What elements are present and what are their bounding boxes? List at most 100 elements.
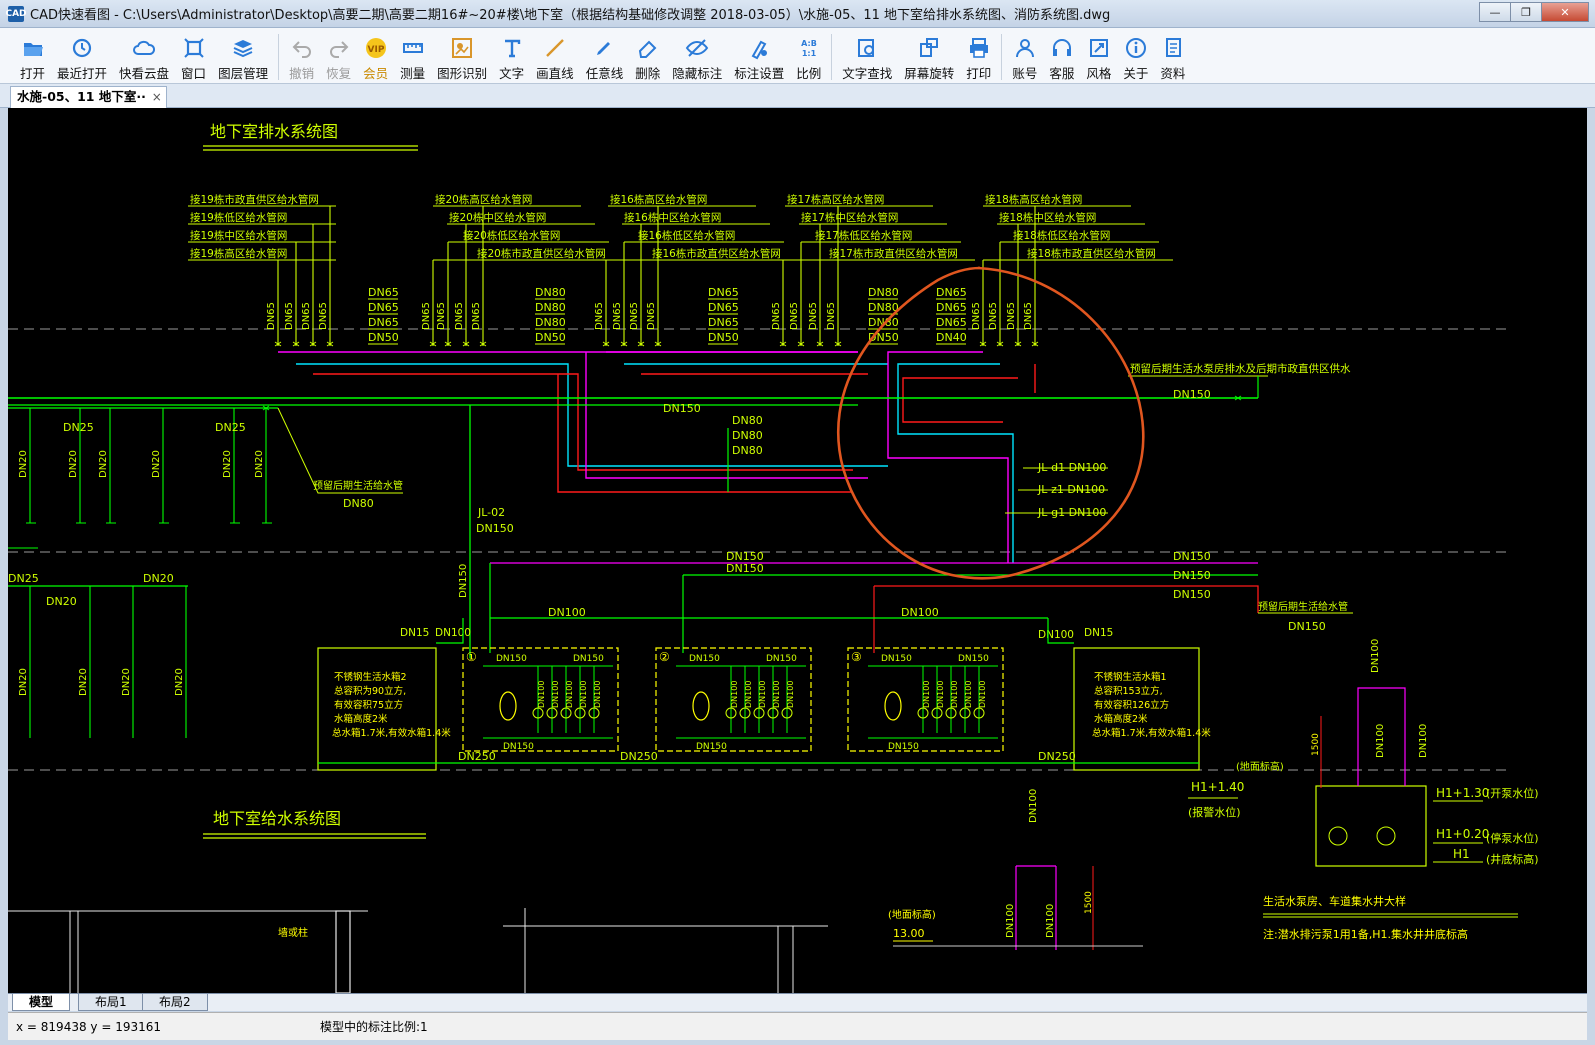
- maximize-button[interactable]: ❐: [1510, 2, 1542, 22]
- minimize-button[interactable]: —: [1479, 2, 1511, 22]
- toolbar-button-eraser[interactable]: 删除: [629, 28, 666, 84]
- pipe-size-label: DN250: [1038, 750, 1076, 763]
- toolbar-button-vip[interactable]: VIP 会员: [357, 28, 394, 84]
- line-icon: [543, 36, 567, 60]
- toolbar-button-redo[interactable]: 恢复: [320, 28, 357, 84]
- toolbar-button-folder-open[interactable]: 打开: [14, 28, 51, 84]
- toolbar-button-label: 快看云盘: [119, 66, 170, 81]
- pipe-size-label: DN25: [63, 421, 94, 434]
- drawing-canvas[interactable]: 地下室排水系统图 地下室给水系统图 接19栋市政直供区给水管网 接19栋低区给水管网接…: [8, 108, 1587, 993]
- headset-icon: [1050, 36, 1074, 60]
- pen-icon: [592, 36, 616, 60]
- toolbar-button-style[interactable]: 风格: [1080, 28, 1117, 84]
- pipe-size-label: DN100: [1045, 904, 1056, 938]
- toolbar-button-annotation-settings[interactable]: 标注设置: [728, 28, 790, 84]
- toolbar-button-headset[interactable]: 客服: [1043, 28, 1080, 84]
- pipe-size-label: DN65: [826, 302, 837, 330]
- pipe-size-label: DN150: [1173, 550, 1211, 563]
- pipe-size-label: DN50: [368, 331, 399, 344]
- toolbar-button-scale[interactable]: A:B 1:1 比例: [790, 28, 827, 84]
- pipe-size-label: DN65: [471, 302, 482, 330]
- supply-branch-label: 接18栋低区给水管网: [1013, 229, 1110, 242]
- pipe-size-label: DN150: [1173, 588, 1211, 601]
- window-controls: — ❐ ✕: [1479, 2, 1589, 22]
- pipe-size-label: DN20: [46, 595, 77, 608]
- distribution-pipe-magenta: [585, 352, 868, 479]
- level-note: (停泵水位): [1486, 831, 1539, 845]
- pipe-size-label: DN20: [18, 450, 29, 478]
- eraser-icon: [636, 36, 660, 60]
- pipe-size-label: DN65: [421, 302, 432, 330]
- pipe-size-label: DN25: [8, 572, 39, 585]
- pipe-size-label: DN100: [551, 681, 560, 708]
- toolbar-button-label: 窗口: [181, 66, 207, 81]
- toolbar-button-rotate[interactable]: 屏幕旋转: [898, 28, 960, 84]
- toolbar-separator: [278, 34, 280, 80]
- supply-branch-label: 接18栋中区给水管网: [999, 211, 1096, 224]
- toolbar-button-label: 打印: [966, 66, 992, 81]
- toolbar-button-shape-recognize[interactable]: 图形识别: [431, 28, 493, 84]
- pipe-size-label: DN100: [1005, 904, 1016, 938]
- distribution-pipe-red: [557, 374, 853, 493]
- pipe-size-label: DN80: [732, 444, 763, 457]
- tab-close-icon[interactable]: ×: [152, 87, 162, 107]
- pipe-size-label: DN65: [612, 302, 623, 330]
- toolbar-button-label: 客服: [1049, 66, 1075, 81]
- pipe-size-label: DN65: [988, 302, 999, 330]
- supply-branch-label: 接17栋高区给水管网: [787, 193, 884, 206]
- toolbar-button-layers[interactable]: 图层管理: [212, 28, 274, 84]
- svg-text:VIP: VIP: [367, 45, 384, 55]
- pipe-size-label: DN150: [1173, 569, 1211, 582]
- layers-icon: [231, 36, 255, 60]
- toolbar-button-text[interactable]: 文字: [493, 28, 530, 84]
- close-button[interactable]: ✕: [1541, 2, 1589, 22]
- tank-note: 总水箱1.7米,有效水箱1.4米: [332, 727, 451, 739]
- pipe-size-label: DN150: [888, 742, 919, 752]
- toolbar-button-window[interactable]: 窗口: [175, 28, 212, 84]
- toolbar-button-ruler[interactable]: 测量: [394, 28, 431, 84]
- supply-branch-label: 接19栋中区给水管网: [190, 229, 287, 242]
- pipe-size-label: DN150: [503, 742, 534, 752]
- toolbar-button-printer[interactable]: 打印: [960, 28, 997, 84]
- document-tab[interactable]: 水施-05、11 地下室·· ×: [10, 86, 167, 108]
- pipe-size-label: DN150: [881, 654, 912, 664]
- toolbar-button-info[interactable]: 关于: [1117, 28, 1154, 84]
- supply-branch-label: 接19栋高区给水管网: [190, 247, 287, 260]
- app-icon: CAD: [5, 5, 27, 22]
- pressure-tank: [692, 691, 710, 721]
- supply-branch-label: 接20栋低区给水管网: [463, 229, 560, 242]
- layout-tab-2[interactable]: 布局2: [142, 994, 208, 1011]
- pipe-size-label: DN100: [1038, 629, 1074, 641]
- tank-note: 总容积为90立方,: [334, 685, 406, 697]
- pipe-size-label: DN20: [174, 668, 185, 696]
- supply-branch-label: 接17栋中区给水管网: [801, 211, 898, 224]
- toolbar-button-undo[interactable]: 撤销: [283, 28, 320, 84]
- toolbar-button-user[interactable]: 账号: [1006, 28, 1043, 84]
- level-note: (地面标高): [888, 908, 936, 921]
- tank-note: 有效容积126立方: [1094, 699, 1169, 711]
- layout-tab-1[interactable]: 布局1: [78, 994, 144, 1011]
- pipe-size-label: DN150: [1288, 620, 1326, 633]
- toolbar-button-eye-hidden[interactable]: 隐藏标注: [666, 28, 728, 84]
- toolbar-button-cloud[interactable]: 快看云盘: [113, 28, 175, 84]
- pump-skid-number: ③: [851, 650, 862, 664]
- toolbar-button-label: 最近打开: [57, 66, 108, 81]
- pipe-size-label: DN150: [958, 654, 989, 664]
- toolbar-button-pen[interactable]: 任意线: [580, 28, 630, 84]
- level-value: H1+0.20: [1436, 827, 1489, 841]
- detail-note: 注:潜水排污泵1用1备,H1.集水井井底标高: [1263, 927, 1468, 941]
- cad-drawing[interactable]: 地下室排水系统图地下室给水系统图接19栋市政直供区给水管网接19栋低区给水管网接…: [8, 108, 1587, 993]
- folder-open-icon: [21, 36, 45, 60]
- layout-tabs: 模型 布局1 布局2: [8, 993, 1587, 1011]
- pipe-size-label: DN150: [476, 522, 514, 535]
- toolbar-button-documents[interactable]: 资料: [1154, 28, 1191, 84]
- status-bar: x = 819438 y = 193161 模型中的标注比例:1: [8, 1012, 1587, 1040]
- supply-branch-label: 接20栋市政直供区给水管网: [477, 247, 606, 260]
- layout-tab-model[interactable]: 模型: [12, 994, 71, 1011]
- toolbar-button-line[interactable]: 画直线: [530, 28, 580, 84]
- pump-skid-number: ①: [466, 650, 477, 664]
- toolbar-button-clock[interactable]: 最近打开: [51, 28, 113, 84]
- toolbar-button-text-search[interactable]: 文字查找: [836, 28, 898, 84]
- riser-label: JL-02: [477, 506, 505, 519]
- sump-pump: [1328, 826, 1348, 846]
